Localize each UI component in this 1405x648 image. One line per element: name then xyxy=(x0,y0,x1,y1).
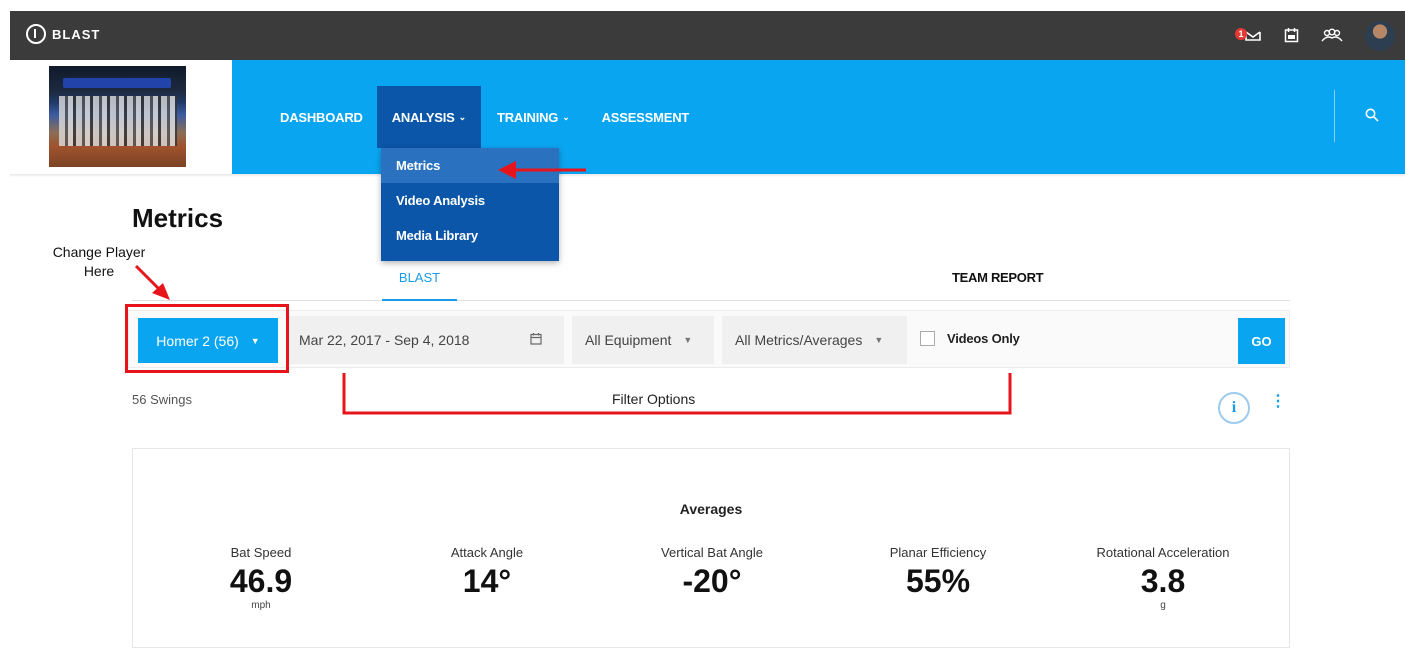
annotation-arrowhead-metrics xyxy=(498,161,516,179)
annotation-filter-bracket xyxy=(342,373,1012,415)
annotation-arrow-player xyxy=(134,264,163,293)
annotation-overlay xyxy=(134,161,1012,415)
